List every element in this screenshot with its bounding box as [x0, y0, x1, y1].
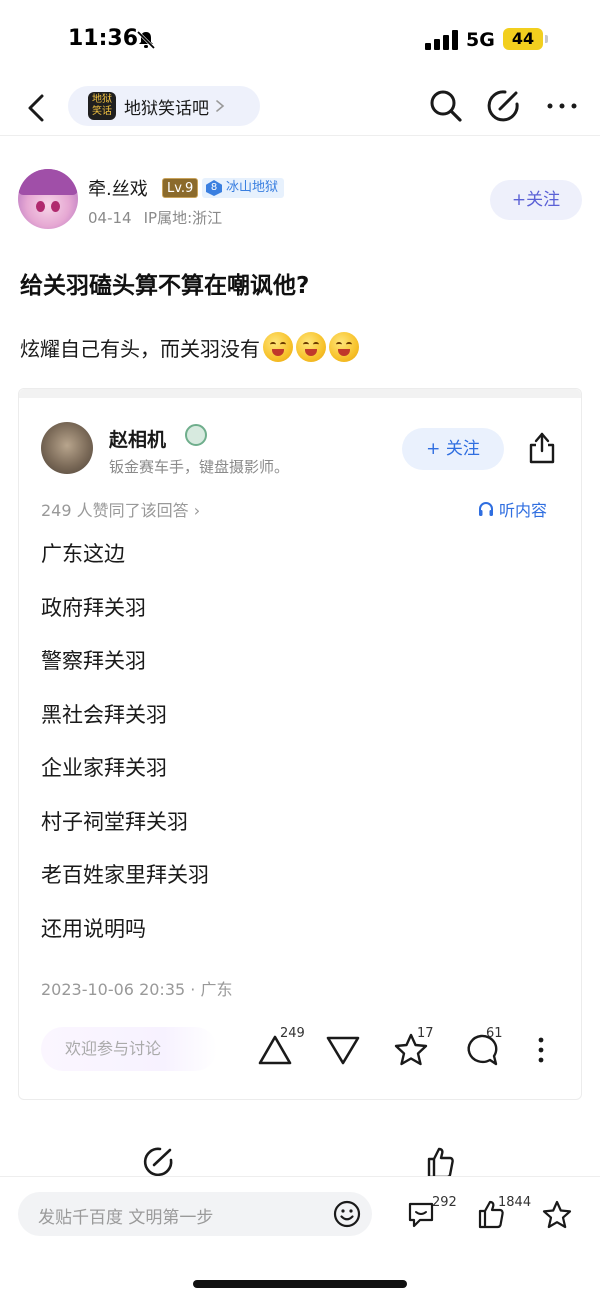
nav-bar: 地狱笑话 地狱笑话吧: [0, 80, 600, 136]
author-avatar[interactable]: [18, 169, 78, 229]
forum-name: 地狱笑话吧: [124, 98, 209, 119]
battery-level: 44: [511, 29, 535, 48]
comment-input[interactable]: 发贴千百度 文明第一步: [18, 1192, 372, 1236]
battery-tip: [545, 35, 548, 43]
follow-button[interactable]: +关注: [490, 180, 582, 220]
signal-icon: [425, 30, 458, 50]
comment-count: 61: [486, 1026, 503, 1041]
bottom-bar: 发贴千百度 文明第一步 292 1844: [0, 1176, 600, 1300]
like-total: 1844: [498, 1195, 532, 1210]
approval-count[interactable]: 249 人赞同了该回答 ›: [41, 497, 200, 521]
battery-icon: 44: [503, 28, 543, 50]
answer-line: 政府拜关羽: [41, 595, 146, 620]
answer-line: 老百姓家里拜关羽: [41, 863, 209, 887]
comment-total: 292: [432, 1195, 457, 1210]
author-meta: 04-14 IP属地:浙江: [88, 207, 222, 228]
more-icon[interactable]: [546, 96, 578, 116]
back-arrow-icon[interactable]: [22, 88, 52, 128]
chevron-right-icon: [216, 100, 225, 112]
answer-line: 广东这边: [41, 542, 125, 566]
forum-logo: 地狱笑话: [88, 92, 116, 120]
answerer-follow-button[interactable]: + 关注: [402, 428, 504, 470]
avatar-eye: [36, 201, 45, 212]
answerer-name[interactable]: 赵相机: [109, 425, 166, 452]
status-time: 11:36: [68, 26, 139, 51]
comment-placeholder: 发贴千百度 文明第一步: [38, 1208, 214, 1228]
laughing-emoji-icon: [296, 332, 326, 362]
forum-tag-badge: 8 冰山地狱: [202, 178, 285, 198]
ip-location: IP属地:浙江: [143, 209, 223, 227]
more-vertical-icon[interactable]: [533, 1035, 549, 1065]
emoji-smile-icon[interactable]: [332, 1199, 362, 1229]
listen-label: 听内容: [499, 501, 548, 520]
search-icon[interactable]: [428, 88, 464, 124]
forum-chip[interactable]: 地狱笑话 地狱笑话吧: [68, 86, 260, 126]
favorite-star-icon[interactable]: [541, 1199, 573, 1231]
avatar-hair: [18, 169, 78, 195]
reply-edit-icon[interactable]: [140, 1145, 176, 1177]
listen-button[interactable]: 听内容: [477, 497, 547, 521]
globe-badge-icon: [185, 424, 207, 446]
gem-icon: 8: [206, 180, 222, 196]
post-body: 炫耀自己有头，而关羽没有: [20, 332, 359, 362]
answerer-bio: 钣金赛车手，键盘摄影师。: [109, 458, 290, 476]
card-top-strip: [19, 389, 581, 398]
discuss-input[interactable]: 欢迎参与讨论: [41, 1027, 217, 1071]
downvote-icon[interactable]: [323, 1030, 363, 1070]
post-title: 给关羽磕头算不算在嘲讽他?: [20, 273, 310, 299]
laughing-emoji-icon: [263, 332, 293, 362]
thumbs-up-icon[interactable]: [422, 1145, 458, 1177]
answer-date: 2023-10-06 20:35 · 广东: [41, 980, 233, 999]
laughing-emoji-icon: [329, 332, 359, 362]
answer-text: 广东这边 政府拜关羽 警察拜关羽 黑社会拜关羽 企业家拜关羽 村子祠堂拜关羽 老…: [41, 539, 209, 967]
answer-line: 还用说明吗: [41, 916, 146, 941]
answer-line: 警察拜关羽: [41, 649, 146, 673]
edit-icon[interactable]: [485, 88, 521, 124]
level-badge: Lv.9: [162, 178, 199, 198]
answer-line: 黑社会拜关羽: [41, 702, 167, 727]
embedded-answer-card[interactable]: 赵相机 钣金赛车手，键盘摄影师。 + 关注 249 人赞同了该回答 › 听内容 …: [18, 388, 582, 1100]
tag-label: 冰山地狱: [226, 180, 279, 195]
answerer-avatar[interactable]: [41, 422, 93, 474]
post-date: 04-14: [88, 209, 132, 227]
share-icon[interactable]: [527, 431, 557, 465]
bell-off-icon: [136, 30, 156, 50]
answer-line: 企业家拜关羽: [41, 756, 167, 780]
status-bar: 11:36 5G 44: [0, 0, 600, 80]
upvote-count: 249: [280, 1026, 305, 1041]
post-body-text: 炫耀自己有头，而关羽没有: [20, 336, 260, 361]
star-count: 17: [417, 1026, 434, 1041]
avatar-eye: [51, 201, 60, 212]
headphones-icon: [479, 502, 493, 516]
home-indicator: [193, 1280, 407, 1288]
author-name[interactable]: 牵.丝戏: [88, 175, 148, 201]
answer-line: 村子祠堂拜关羽: [41, 809, 188, 834]
network-type: 5G: [466, 29, 495, 51]
